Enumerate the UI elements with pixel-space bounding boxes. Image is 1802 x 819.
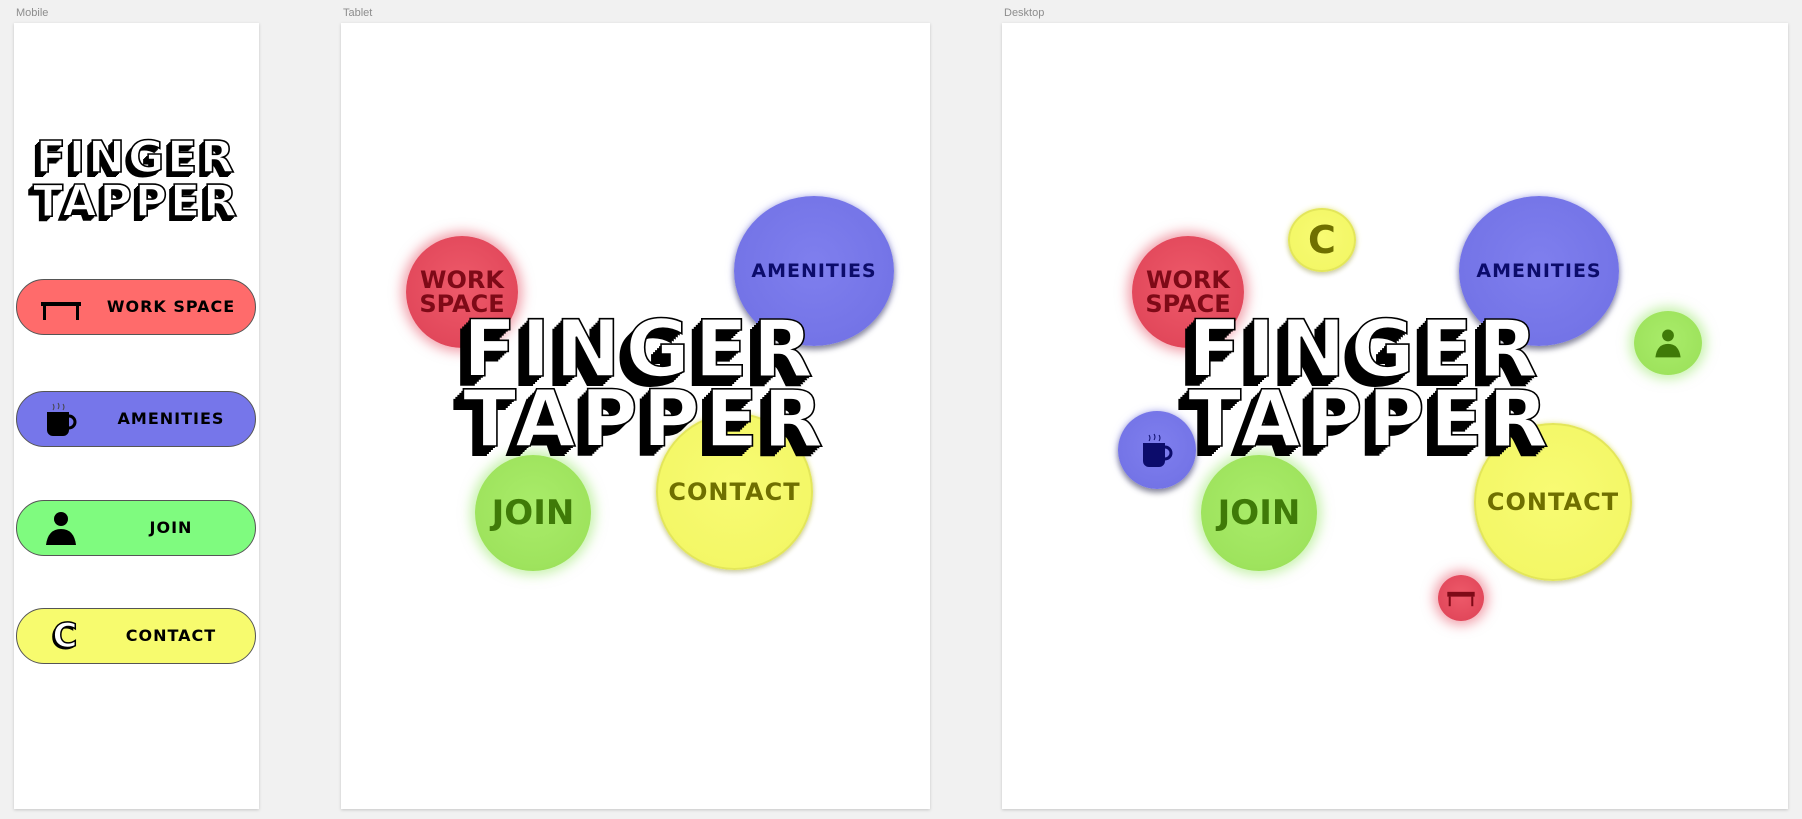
contact-icon-bubble[interactable]: C bbox=[1288, 208, 1356, 272]
person-icon bbox=[1655, 329, 1681, 358]
mobile-artboard: FINGER TAPPER WORK SPACE AMENITIES JOIN … bbox=[14, 23, 259, 809]
join-label: JOIN bbox=[149, 518, 193, 537]
logo: FINGER TAPPER bbox=[14, 132, 259, 227]
person-icon bbox=[46, 512, 76, 545]
logo-line-2: TAPPER bbox=[462, 375, 829, 465]
contact-label: CONTACT bbox=[125, 626, 217, 645]
table-icon bbox=[1447, 591, 1475, 607]
mug-icon bbox=[1143, 433, 1173, 467]
workspace-icon-bubble[interactable] bbox=[1438, 575, 1484, 621]
artboard-label-desktop: Desktop bbox=[1004, 7, 1045, 19]
join-bubble[interactable]: JOIN bbox=[475, 455, 591, 571]
logo-line-1: FINGER bbox=[35, 132, 238, 183]
c-letter-icon: C bbox=[1308, 218, 1336, 262]
join-bubble[interactable]: JOIN bbox=[1201, 455, 1317, 571]
join-bubble-label: JOIN bbox=[1217, 493, 1301, 533]
amenities-button[interactable]: AMENITIES bbox=[16, 391, 256, 447]
contact-button[interactable]: C CONTACT bbox=[16, 608, 256, 664]
amenities-icon-bubble[interactable] bbox=[1118, 411, 1196, 489]
c-letter-icon: C bbox=[52, 616, 78, 656]
contact-bubble-label: CONTACT bbox=[1486, 488, 1620, 516]
logo-line-2: TAPPER bbox=[1187, 375, 1554, 465]
workspace-label: WORK SPACE bbox=[106, 297, 236, 316]
workspace-button[interactable]: WORK SPACE bbox=[16, 279, 256, 335]
amenities-bubble-label: AMENITIES bbox=[1476, 259, 1602, 282]
mug-icon bbox=[47, 402, 77, 436]
logo-line-2: TAPPER bbox=[32, 176, 241, 227]
contact-bubble-label: CONTACT bbox=[668, 477, 801, 506]
join-button[interactable]: JOIN bbox=[16, 500, 256, 556]
logo: FINGER TAPPER bbox=[462, 310, 829, 465]
tablet-artboard: WORK SPACE AMENITIES CONTACT JOIN FINGER… bbox=[341, 23, 930, 809]
logo: FINGER TAPPER bbox=[1187, 310, 1554, 465]
amenities-bubble-label: AMENITIES bbox=[751, 259, 877, 282]
join-icon-bubble[interactable] bbox=[1634, 311, 1702, 375]
artboard-label-tablet: Tablet bbox=[343, 7, 373, 19]
artboard-label-mobile: Mobile bbox=[16, 7, 49, 19]
join-bubble-label: JOIN bbox=[491, 493, 575, 533]
desktop-artboard: WORK SPACE C AMENITIES JOIN CONTACT FING… bbox=[1002, 23, 1788, 809]
amenities-label: AMENITIES bbox=[117, 409, 225, 428]
table-icon bbox=[41, 302, 81, 320]
